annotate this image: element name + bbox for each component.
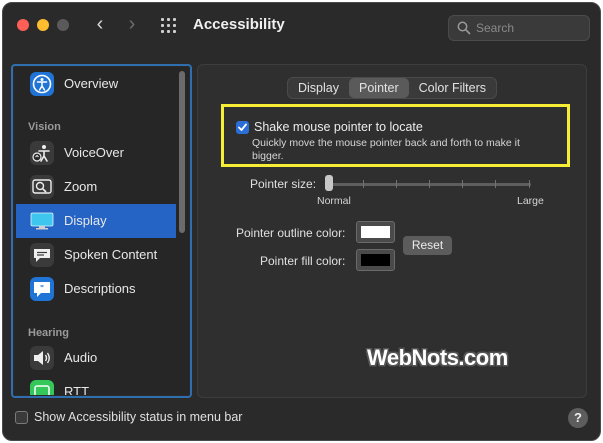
pointer-fill-color-label: Pointer fill color: [260, 254, 346, 268]
sidebar-item-display[interactable]: Display [16, 204, 176, 238]
sidebar-section-vision: Vision [28, 121, 61, 133]
pointer-size-label: Pointer size: [250, 177, 317, 191]
sidebar-item-spoken-content[interactable]: Spoken Content [16, 238, 176, 272]
sidebar-section-hearing: Hearing [28, 327, 69, 339]
slider-tick [495, 180, 496, 188]
sidebar-item-label: Spoken Content [64, 247, 158, 262]
sidebar-scrollbar[interactable] [179, 71, 185, 233]
tab-display[interactable]: Display [288, 78, 349, 98]
shake-pointer-description: Quickly move the mouse pointer back and … [252, 137, 520, 162]
sidebar-item-label: RTT [64, 384, 90, 395]
shake-pointer-label[interactable]: Shake mouse pointer to locate [254, 120, 423, 134]
sidebar-item-overview[interactable]: Overview [16, 67, 176, 101]
back-button[interactable]: ‹ [89, 13, 111, 37]
minimize-window-button[interactable] [37, 19, 49, 31]
slider-tick [462, 180, 463, 188]
sidebar-item-rtt[interactable]: RTT [16, 375, 176, 395]
sidebar-item-descriptions[interactable]: " Descriptions [16, 272, 176, 306]
pointer-fill-color-well[interactable] [356, 249, 395, 271]
show-status-checkbox[interactable] [15, 411, 28, 424]
search-input[interactable] [476, 19, 584, 37]
pointer-size-slider-knob[interactable] [325, 175, 333, 191]
sidebar-item-voiceover[interactable]: VoiceOver [16, 136, 176, 170]
search-icon [457, 21, 471, 35]
sidebar-item-label: Display [64, 213, 107, 228]
slider-tick [396, 180, 397, 188]
tab-pointer[interactable]: Pointer [349, 78, 409, 98]
sidebar-item-label: Descriptions [64, 281, 136, 296]
slider-tick [429, 180, 430, 188]
show-all-grid-icon[interactable] [161, 18, 177, 34]
show-status-label[interactable]: Show Accessibility status in menu bar [34, 410, 242, 424]
sidebar-item-label: Overview [64, 76, 119, 91]
window-title: Accessibility [193, 16, 285, 33]
pointer-size-slider[interactable] [329, 183, 531, 186]
watermark-logo: WebNots.com [367, 345, 508, 370]
checkmark-icon [238, 123, 247, 131]
zoom-icon [30, 175, 54, 199]
sidebar-item-label: Audio [64, 350, 98, 365]
sidebar-item-audio[interactable]: Audio [16, 341, 176, 375]
shake-pointer-checkbox[interactable] [236, 121, 249, 134]
tab-color-filters[interactable]: Color Filters [409, 78, 496, 98]
voiceover-icon [30, 141, 54, 165]
speaker-icon [30, 346, 54, 370]
pointer-size-max-label: Large [517, 195, 544, 207]
outline-color-swatch [361, 226, 390, 238]
slider-tick [529, 180, 530, 188]
display-icon [30, 209, 54, 233]
svg-text:": " [40, 284, 44, 293]
fill-color-swatch [361, 254, 390, 266]
help-button[interactable]: ? [568, 408, 588, 428]
forward-button[interactable]: › [121, 13, 143, 37]
search-field[interactable] [448, 15, 590, 41]
descriptions-icon: " [30, 277, 54, 301]
sidebar: Overview Vision VoiceOver Zoom Display S… [14, 67, 189, 395]
tab-bar: Display Pointer Color Filters [287, 77, 497, 99]
sidebar-item-zoom[interactable]: Zoom [16, 170, 176, 204]
titlebar: ‹ › Accessibility [3, 3, 600, 51]
speech-bubble-icon [30, 243, 54, 267]
close-window-button[interactable] [17, 19, 29, 31]
slider-tick [363, 180, 364, 188]
sidebar-item-label: Zoom [64, 179, 98, 194]
reset-button[interactable]: Reset [403, 236, 452, 255]
sidebar-item-label: VoiceOver [64, 145, 124, 160]
zoom-window-button[interactable] [57, 19, 69, 31]
pointer-outline-color-label: Pointer outline color: [236, 226, 346, 240]
accessibility-icon [30, 72, 54, 96]
rtt-icon [30, 380, 54, 395]
pointer-size-min-label: Normal [317, 195, 351, 207]
pointer-outline-color-well[interactable] [356, 221, 395, 243]
